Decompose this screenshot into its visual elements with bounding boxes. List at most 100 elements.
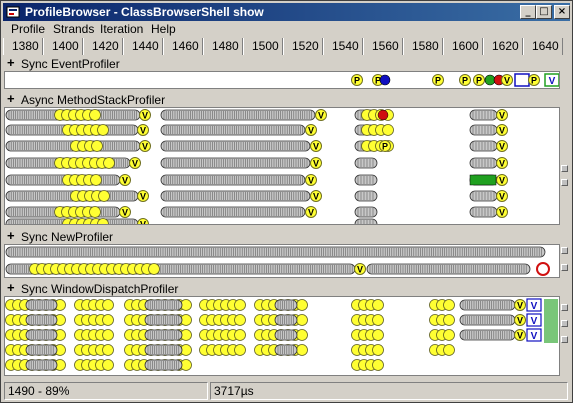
sample-marker xyxy=(296,314,308,326)
timeline-ruler[interactable]: 1380 1400 1420 1440 1460 1480 1500 1520 … xyxy=(3,38,570,55)
section-header-method-stack-profiler[interactable]: + Async MethodStackProfiler xyxy=(3,91,570,108)
event-profiler-track[interactable]: PPPPPVPV xyxy=(4,71,560,89)
new-profiler-timeline: V xyxy=(5,246,550,276)
window-dispatch-profiler-timeline: V VV VV V xyxy=(5,298,558,371)
sample-marker xyxy=(443,299,455,311)
marker-label: V xyxy=(499,208,505,218)
expand-toggle-icon[interactable]: + xyxy=(7,228,15,243)
method-stack-scrollbar[interactable] xyxy=(559,107,569,225)
expand-toggle-icon[interactable]: + xyxy=(7,280,15,295)
menu-iteration[interactable]: Iteration xyxy=(100,22,143,36)
marker-label: P xyxy=(382,142,388,152)
section-label: Sync WindowDispatchProfiler xyxy=(21,282,179,296)
marker-label: V xyxy=(517,316,523,326)
event-marker xyxy=(536,262,550,276)
marker-label: V xyxy=(308,126,314,136)
title-bar[interactable]: ProfileBrowser - ClassBrowserShell show … xyxy=(3,3,570,21)
sample-marker xyxy=(102,299,114,311)
marker-label: V xyxy=(140,192,146,202)
scroll-marker[interactable] xyxy=(561,247,568,254)
marker-label: P xyxy=(462,76,468,86)
highlight-bar xyxy=(544,299,558,343)
menu-profile[interactable]: Profile xyxy=(11,22,45,36)
marker-label: V xyxy=(313,142,319,152)
sample-marker xyxy=(372,329,384,341)
marker-label: V xyxy=(122,208,128,218)
sample-marker xyxy=(443,314,455,326)
sample-marker xyxy=(382,124,394,136)
section-header-event-profiler[interactable]: + Sync EventProfiler xyxy=(3,55,570,72)
window-dispatch-profiler-track[interactable]: VVVVVV xyxy=(4,296,560,376)
event-marker xyxy=(379,74,391,86)
marker-label: V xyxy=(499,111,505,121)
method-stack-profiler-timeline: V V VV V VV V VV V VV V VV V VV V VVP xyxy=(5,109,508,226)
sample-marker xyxy=(102,344,114,356)
scroll-marker[interactable] xyxy=(561,179,568,186)
sample-marker xyxy=(91,140,103,152)
marker-label: V xyxy=(504,76,510,86)
ruler-tick: 1480 xyxy=(203,38,243,55)
marker-label: P xyxy=(354,76,360,86)
section-header-new-profiler[interactable]: + Sync NewProfiler xyxy=(3,228,570,245)
ruler-tick: 1460 xyxy=(163,38,203,55)
call-chain xyxy=(160,124,306,136)
marker-label: V xyxy=(499,159,505,169)
marker-label: V xyxy=(140,220,146,226)
marker-label: V xyxy=(313,159,319,169)
marker-label: V xyxy=(517,331,523,341)
call-chain xyxy=(160,190,311,202)
sample-marker xyxy=(89,109,101,121)
ruler-tick: 1540 xyxy=(323,38,363,55)
profile-browser-window: ProfileBrowser - ClassBrowserShell show … xyxy=(0,0,573,403)
marker-label: V xyxy=(308,176,314,186)
ruler-tick: 1580 xyxy=(403,38,443,55)
menu-help[interactable]: Help xyxy=(151,22,176,36)
marker-label: V xyxy=(308,208,314,218)
sample-marker xyxy=(372,344,384,356)
call-chain xyxy=(469,109,498,121)
marker-label: P xyxy=(476,76,482,86)
scroll-marker[interactable] xyxy=(561,320,568,327)
menu-strands[interactable]: Strands xyxy=(53,22,94,36)
sample-marker xyxy=(97,124,109,136)
marker-label: V xyxy=(499,176,505,186)
marker-label: V xyxy=(132,159,138,169)
scroll-marker[interactable] xyxy=(561,264,568,271)
marker-label: V xyxy=(140,126,146,136)
call-chain xyxy=(469,124,498,136)
ruler-tick: 1400 xyxy=(43,38,83,55)
status-iteration: 1490 - 89% xyxy=(4,382,208,400)
new-profiler-track[interactable]: V xyxy=(4,244,560,278)
sample-marker xyxy=(234,299,246,311)
call-chain xyxy=(366,263,531,275)
sample-marker xyxy=(296,329,308,341)
minimize-button[interactable]: _ xyxy=(520,5,536,19)
maximize-button[interactable]: □ xyxy=(536,5,552,19)
section-header-window-dispatch-profiler[interactable]: + Sync WindowDispatchProfiler xyxy=(3,280,570,297)
method-stack-profiler-track[interactable]: VVVVVVVVVVVVVVVVVVVVVVP xyxy=(4,107,560,225)
ruler-tick: 1500 xyxy=(243,38,283,55)
scroll-marker[interactable] xyxy=(561,165,568,172)
call-chain xyxy=(25,359,58,371)
expand-toggle-icon[interactable]: + xyxy=(7,55,15,70)
marker-label: V xyxy=(313,192,319,202)
event-profiler-timeline: PPPPPVPV xyxy=(351,73,559,87)
marker-label: V xyxy=(357,265,363,275)
close-button[interactable]: × xyxy=(554,5,570,19)
call-chain xyxy=(160,157,311,169)
scroll-marker[interactable] xyxy=(561,304,568,311)
ruler-tick: 1620 xyxy=(483,38,523,55)
sample-marker xyxy=(148,263,160,275)
sample-marker xyxy=(89,206,101,218)
scroll-marker[interactable] xyxy=(561,336,568,343)
window-dispatch-scrollbar[interactable] xyxy=(559,296,569,376)
call-chain xyxy=(160,140,311,152)
new-profiler-scrollbar[interactable] xyxy=(559,244,569,278)
ruler-tick: 1640 xyxy=(523,38,563,55)
expand-toggle-icon[interactable]: + xyxy=(7,91,15,106)
app-icon xyxy=(6,6,20,18)
call-chain xyxy=(469,206,498,218)
marker-label: V xyxy=(318,111,324,121)
marker-label: V xyxy=(531,301,538,312)
marker-label: V xyxy=(531,316,538,327)
